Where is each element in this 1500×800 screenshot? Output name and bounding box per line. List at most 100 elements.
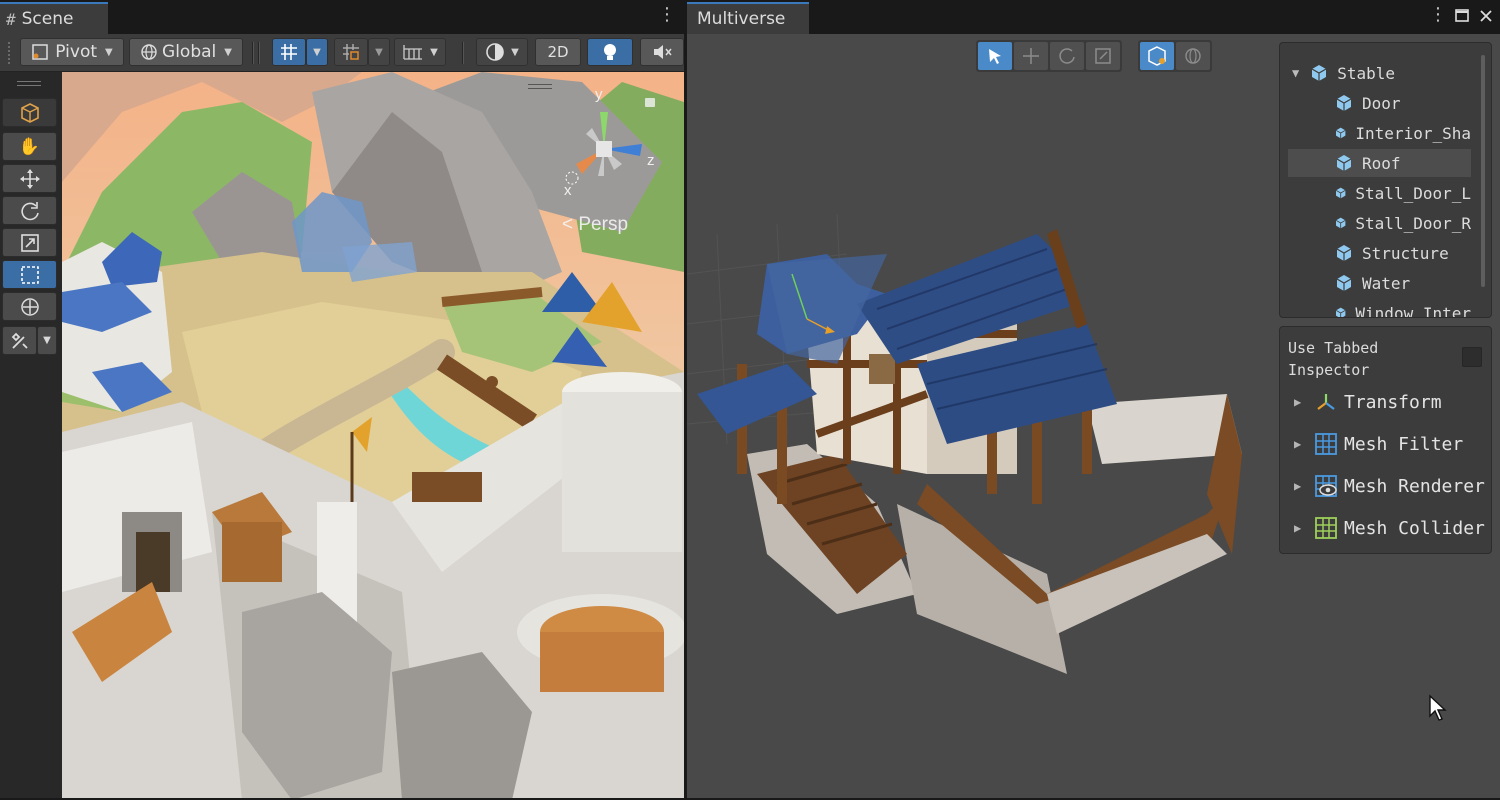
move-gizmo-button[interactable] (1014, 42, 1048, 70)
hierarchy-item-stable[interactable]: ▼ Stable (1288, 59, 1471, 87)
multiverse-tabbar: Multiverse ⋮ (687, 0, 1500, 34)
scene-viewport[interactable]: y z x < Persp (62, 72, 684, 800)
hierarchy-item-label: Door (1362, 93, 1401, 113)
increment-snap-toggle[interactable] (334, 38, 368, 66)
perspective-label[interactable]: < Persp (562, 214, 628, 236)
component-transform[interactable]: ▶ Transform (1288, 387, 1491, 417)
scene-menu-icon[interactable]: ⋮ (658, 6, 676, 24)
custom-tools-dropdown[interactable]: ▼ (37, 326, 57, 355)
gizmo-y-label: y (595, 86, 603, 103)
toolbar-separator (462, 42, 464, 64)
gizmo-x-label: x (564, 182, 572, 199)
increment-snap-dropdown[interactable]: ▼ (368, 38, 390, 66)
scale-icon (20, 233, 39, 252)
cube-icon (1148, 46, 1166, 66)
audio-toggle[interactable] (640, 38, 684, 66)
hand-tool-button[interactable]: ✋ (2, 132, 57, 161)
chevron-down-icon: ▼ (43, 335, 51, 346)
grid-snap-dropdown[interactable]: ▼ (306, 38, 328, 66)
hierarchy-item-roof[interactable]: Roof (1288, 149, 1471, 177)
toolbar-separator (252, 42, 254, 64)
cube-icon (1335, 187, 1346, 199)
hierarchy-item-stall-door-l[interactable]: Stall_Door_L (1288, 179, 1471, 207)
mesh-filter-icon (1315, 433, 1337, 455)
rotate-gizmo-button[interactable] (1050, 42, 1084, 70)
component-mesh-renderer[interactable]: ▶ Mesh Renderer (1288, 471, 1491, 501)
rotate-icon (1059, 48, 1075, 64)
component-label: Mesh Collider (1344, 517, 1485, 539)
view-options-button[interactable] (2, 98, 57, 127)
global-label: Global (162, 42, 217, 62)
shading-sphere-icon (486, 43, 504, 61)
lighting-toggle[interactable] (587, 38, 633, 66)
expand-triangle-icon[interactable]: ▶ (1294, 395, 1314, 409)
grid-snap-icon (281, 44, 297, 60)
hand-icon: ✋ (18, 136, 41, 157)
expand-triangle-icon[interactable]: ▶ (1294, 437, 1314, 451)
hierarchy-scrollbar[interactable] (1481, 55, 1485, 287)
tab-multiverse[interactable]: Multiverse (687, 2, 809, 34)
mode-2d-toggle[interactable]: 2D (535, 38, 581, 66)
viewport-drag-handle[interactable] (528, 84, 552, 89)
grid-snap-toggle[interactable] (272, 38, 306, 66)
shading-mode-dropdown[interactable]: ▼ (476, 38, 528, 66)
cube-icon (1336, 155, 1352, 171)
cube-icon (1335, 307, 1346, 317)
rect-tool-button[interactable] (2, 260, 57, 289)
custom-tools-button[interactable] (2, 326, 37, 355)
mouse-cursor-icon (1429, 694, 1447, 721)
transform-icon (1317, 394, 1335, 410)
mode-2d-label: 2D (547, 43, 569, 61)
scale-gizmo-button[interactable] (1086, 42, 1120, 70)
expand-triangle-icon[interactable]: ▶ (1294, 521, 1314, 535)
increment-snap-icon (343, 44, 359, 60)
hierarchy-item-interior[interactable]: Interior_Sha (1288, 119, 1471, 147)
scene-toolbar: Pivot ▼ Global ▼ ▼ ▼ ▼ ▼ 2D (0, 34, 684, 72)
transform-tool-button[interactable] (2, 292, 57, 321)
multiverse-menu-icon[interactable]: ⋮ (1429, 6, 1447, 24)
component-label: Mesh Filter (1344, 433, 1464, 455)
global-view-button[interactable] (1176, 42, 1210, 70)
rotate-tool-button[interactable] (2, 196, 57, 225)
hierarchy-item-window-interior[interactable]: Window Inter (1288, 299, 1471, 317)
hierarchy-item-door[interactable]: Door (1288, 89, 1471, 117)
hierarchy-item-label: Stable (1337, 63, 1396, 83)
tab-scene[interactable]: # Scene (0, 2, 108, 34)
pivot-dropdown[interactable]: Pivot ▼ (20, 38, 124, 66)
hierarchy-item-label: Structure (1362, 243, 1449, 263)
hierarchy-item-stall-door-r[interactable]: Stall_Door_R (1288, 209, 1471, 237)
multiverse-viewport[interactable]: ▼ Stable Door Interior_Sha Roof Stall_Do… (687, 34, 1500, 800)
scale-tool-button[interactable] (2, 228, 57, 257)
select-tool-button[interactable] (978, 42, 1012, 70)
hierarchy-item-structure[interactable]: Structure (1288, 239, 1471, 267)
hierarchy-item-label: Interior_Sha (1355, 123, 1471, 143)
use-tabbed-inspector-checkbox[interactable] (1462, 347, 1482, 367)
grid-visibility-dropdown[interactable]: ▼ (394, 38, 446, 66)
close-icon[interactable] (1478, 8, 1494, 24)
component-mesh-collider[interactable]: ▶ Mesh Collider (1288, 513, 1491, 543)
gizmo-lock-icon[interactable] (645, 98, 655, 107)
tools-wrench-icon (11, 332, 28, 349)
maximize-icon[interactable] (1454, 8, 1470, 24)
inspector-panel: Use Tabbed Inspector ▶ Transform ▶ Mesh … (1279, 326, 1492, 554)
move-arrows-icon (1023, 48, 1039, 64)
scene-tools-column: ✋ ▼ (0, 72, 62, 800)
tools-drag-handle[interactable] (17, 81, 41, 86)
rect-transform-icon (20, 265, 39, 284)
hierarchy-item-water[interactable]: Water (1288, 269, 1471, 297)
cube-icon (1335, 217, 1346, 229)
component-mesh-filter[interactable]: ▶ Mesh Filter (1288, 429, 1491, 459)
cube-outline-icon (20, 102, 39, 123)
expand-triangle-icon[interactable]: ▶ (1294, 479, 1314, 493)
globe-icon (1185, 48, 1201, 64)
expand-triangle-icon[interactable]: ▼ (1292, 66, 1299, 80)
multiverse-panel: Multiverse ⋮ ▼ Stable Door Interior_Sha … (687, 0, 1500, 800)
component-label: Transform (1344, 391, 1442, 413)
scene-grid-icon: # (6, 9, 16, 29)
component-label: Mesh Renderer (1344, 475, 1485, 497)
move-tool-button[interactable] (2, 164, 57, 193)
global-dropdown[interactable]: Global ▼ (129, 38, 243, 66)
local-view-button[interactable] (1140, 42, 1174, 70)
hierarchy-item-label: Roof (1362, 153, 1401, 173)
lightbulb-icon (604, 44, 616, 60)
